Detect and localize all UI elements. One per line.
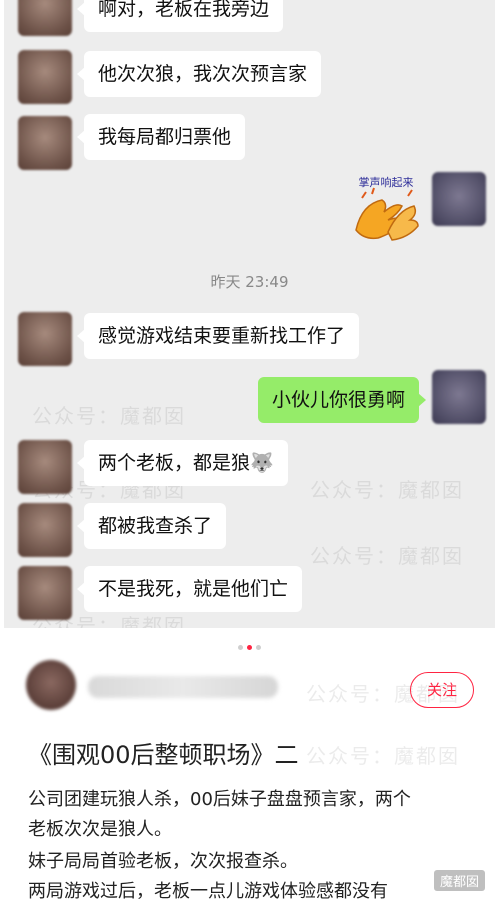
message-bubble: 不是我死，就是他们亡 [76, 566, 303, 612]
follow-button[interactable]: 关注 [410, 672, 474, 708]
watermark: 公众号：魔都囡 [306, 744, 460, 768]
message-bubble: 我每局都归票他 [76, 114, 246, 160]
avatar[interactable] [18, 116, 72, 170]
watermark: 公众号：魔都囡 [310, 544, 464, 568]
message-bubble: 都被我查杀了 [76, 503, 227, 549]
post-desc-line: 妹子局局首验老板，次次报查杀。 [28, 851, 298, 872]
avatar[interactable] [18, 50, 72, 104]
post-desc-line: 公司团建玩狼人杀，00后妹子盘盘预言家，两个 [28, 789, 411, 810]
author-avatar[interactable] [26, 660, 76, 710]
carousel-dot[interactable] [256, 645, 261, 650]
svg-text:掌声响起来: 掌声响起来 [359, 175, 414, 189]
avatar[interactable] [18, 0, 72, 36]
bottom-watermark: 魔都囡 [433, 870, 485, 891]
author-name-blurred[interactable] [88, 676, 278, 698]
message-bubble: 感觉游戏结束要重新找工作了 [76, 313, 360, 359]
avatar[interactable] [432, 172, 486, 226]
screenshot: 公众号：魔都囡 公众号：魔都囡 公众号：魔都囡 公众号：魔都囡 公众号：魔都囡 … [0, 0, 499, 902]
message-bubble: 小伙儿你很勇啊 [257, 377, 427, 423]
avatar[interactable] [18, 312, 72, 366]
watermark: 公众号：魔都囡 [32, 404, 186, 428]
carousel-indicator[interactable] [0, 637, 499, 656]
post-desc-line: 两局游戏过后，老板一点儿游戏体验感都没有 [28, 881, 388, 902]
clapping-hands-icon: 掌声响起来 [355, 175, 419, 241]
avatar[interactable] [18, 566, 72, 620]
post-title: 《围观00后整顿职场》二 [28, 741, 299, 769]
carousel-dot[interactable] [238, 645, 243, 650]
avatar[interactable] [18, 440, 72, 494]
message-bubble: 两个老板，都是狼🐺 [77, 440, 288, 486]
watermark: 公众号：魔都囡 [310, 478, 464, 502]
chat-area: 公众号：魔都囡 公众号：魔都囡 公众号：魔都囡 公众号：魔都囡 公众号：魔都囡 … [4, 0, 495, 628]
message-bubble: 啊对，老板在我旁边 [76, 0, 284, 32]
message-timestamp: 昨天 23:49 [210, 273, 289, 291]
clapping-sticker[interactable]: 掌声响起来 [348, 174, 424, 246]
message-bubble: 他次次狼，我次次预言家 [76, 51, 322, 97]
post-desc-line: 老板次次是狼人。 [28, 819, 172, 840]
avatar[interactable] [432, 370, 486, 424]
carousel-dot-active[interactable] [247, 645, 252, 650]
avatar[interactable] [18, 503, 72, 557]
